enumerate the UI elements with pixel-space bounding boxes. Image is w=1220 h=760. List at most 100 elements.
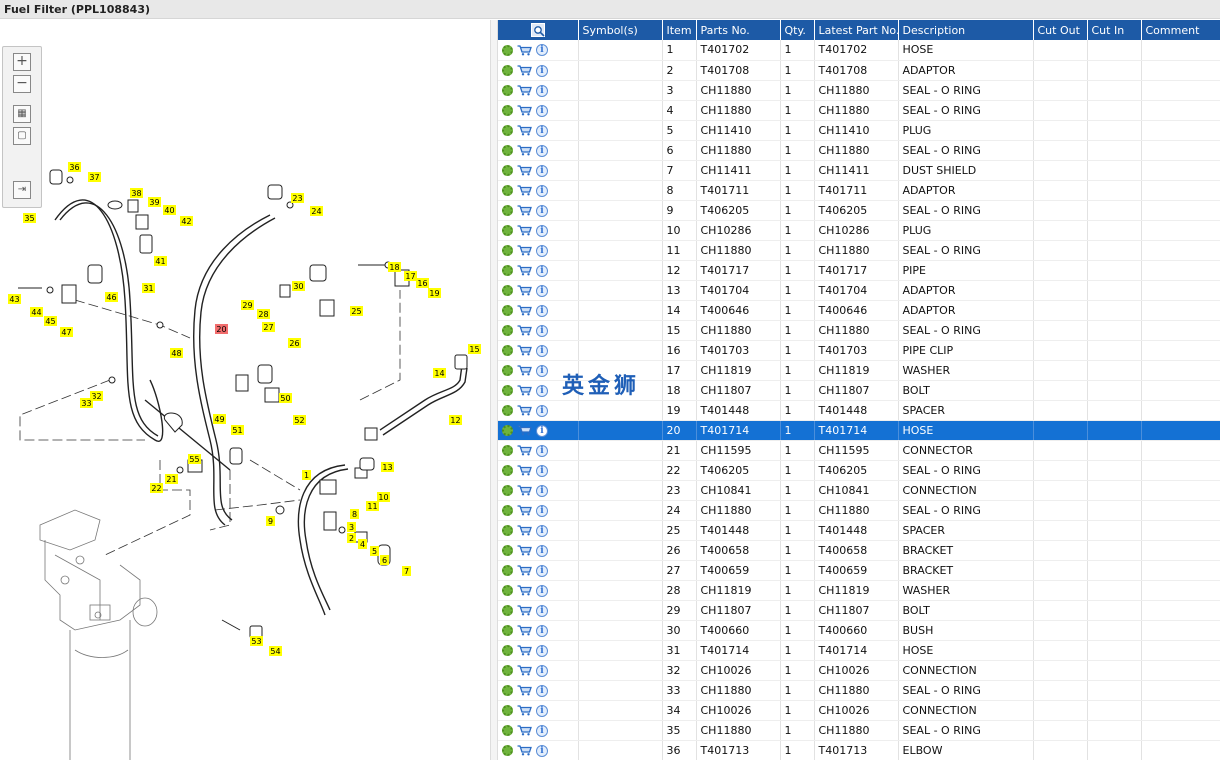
cart-icon[interactable] <box>517 505 532 516</box>
info-icon[interactable]: i <box>536 464 548 477</box>
callout-6[interactable]: 6 <box>380 555 389 565</box>
callout-15[interactable]: 15 <box>468 344 481 354</box>
gear-icon[interactable] <box>502 105 513 116</box>
callout-37[interactable]: 37 <box>88 172 101 182</box>
gear-icon[interactable] <box>502 285 513 296</box>
cart-icon[interactable] <box>517 725 532 736</box>
gear-icon[interactable] <box>502 225 513 236</box>
callout-35[interactable]: 35 <box>23 213 36 223</box>
cart-icon[interactable] <box>517 625 532 636</box>
cart-icon[interactable] <box>517 265 532 276</box>
callout-33[interactable]: 33 <box>80 398 93 408</box>
cart-icon[interactable] <box>517 705 532 716</box>
table-row[interactable]: i 19 T401448 1 T401448 SPACER <box>498 400 1220 421</box>
cart-icon[interactable] <box>517 685 532 696</box>
callout-20[interactable]: 20 <box>215 324 228 334</box>
cart-icon[interactable] <box>517 245 532 256</box>
table-row[interactable]: i 22 T406205 1 T406205 SEAL - O RING <box>498 460 1220 481</box>
cart-icon[interactable] <box>517 165 532 176</box>
cart-icon[interactable] <box>517 485 532 496</box>
callout-26[interactable]: 26 <box>288 338 301 348</box>
gear-icon[interactable] <box>502 445 513 456</box>
cart-icon[interactable] <box>517 365 532 376</box>
callout-54[interactable]: 54 <box>269 646 282 656</box>
table-row[interactable]: i 13 T401704 1 T401704 ADAPTOR <box>498 280 1220 301</box>
info-icon[interactable]: i <box>536 204 548 217</box>
cart-icon[interactable] <box>517 285 532 296</box>
info-icon[interactable]: i <box>536 664 548 677</box>
info-icon[interactable]: i <box>536 724 548 737</box>
gear-icon[interactable] <box>502 325 513 336</box>
info-icon[interactable]: i <box>536 364 548 377</box>
info-icon[interactable]: i <box>536 544 548 557</box>
callout-16[interactable]: 16 <box>416 278 429 288</box>
table-row[interactable]: i 31 T401714 1 T401714 HOSE <box>498 640 1220 661</box>
callout-42[interactable]: 42 <box>180 216 193 226</box>
callout-31[interactable]: 31 <box>142 283 155 293</box>
table-row[interactable]: i 33 CH11880 1 CH11880 SEAL - O RING <box>498 680 1220 701</box>
cart-icon[interactable] <box>517 665 532 676</box>
cart-icon[interactable] <box>517 585 532 596</box>
table-row[interactable]: i 35 CH11880 1 CH11880 SEAL - O RING <box>498 720 1220 741</box>
callout-18[interactable]: 18 <box>388 262 401 272</box>
gear-icon[interactable] <box>502 245 513 256</box>
info-icon[interactable]: i <box>536 424 548 437</box>
table-row[interactable]: i 2 T401708 1 T401708 ADAPTOR <box>498 60 1220 81</box>
callout-14[interactable]: 14 <box>433 368 446 378</box>
table-row[interactable]: i 8 T401711 1 T401711 ADAPTOR <box>498 180 1220 201</box>
callout-50[interactable]: 50 <box>279 393 292 403</box>
table-row[interactable]: i 11 CH11880 1 CH11880 SEAL - O RING <box>498 240 1220 261</box>
callout-23[interactable]: 23 <box>291 193 304 203</box>
callout-47[interactable]: 47 <box>60 327 73 337</box>
info-icon[interactable]: i <box>536 84 548 97</box>
column-header-latest-part-no[interactable]: Latest Part No. <box>814 20 899 40</box>
callout-11[interactable]: 11 <box>366 501 379 511</box>
cart-icon[interactable] <box>517 445 532 456</box>
table-row[interactable]: i 23 CH10841 1 CH10841 CONNECTION <box>498 480 1220 501</box>
table-row[interactable]: i 28 CH11819 1 CH11819 WASHER <box>498 580 1220 601</box>
gear-icon[interactable] <box>502 565 513 576</box>
info-icon[interactable]: i <box>536 144 548 157</box>
callout-44[interactable]: 44 <box>30 307 43 317</box>
callout-39[interactable]: 39 <box>148 197 161 207</box>
callout-51[interactable]: 51 <box>231 425 244 435</box>
info-icon[interactable]: i <box>536 624 548 637</box>
callout-29[interactable]: 29 <box>241 300 254 310</box>
cart-icon[interactable] <box>517 85 532 96</box>
callout-5[interactable]: 5 <box>370 546 379 556</box>
gear-icon[interactable] <box>502 145 513 156</box>
info-icon[interactable]: i <box>536 264 548 277</box>
table-row[interactable]: i 34 CH10026 1 CH10026 CONNECTION <box>498 700 1220 721</box>
info-icon[interactable]: i <box>536 684 548 697</box>
info-icon[interactable]: i <box>536 704 548 717</box>
gear-icon[interactable] <box>502 725 513 736</box>
callout-55[interactable]: 55 <box>188 454 201 464</box>
info-icon[interactable]: i <box>536 224 548 237</box>
callout-43[interactable]: 43 <box>8 294 21 304</box>
cart-icon[interactable] <box>517 145 532 156</box>
cart-icon[interactable] <box>517 125 532 136</box>
gear-icon[interactable] <box>502 705 513 716</box>
info-icon[interactable]: i <box>536 444 548 457</box>
info-icon[interactable]: i <box>536 384 548 397</box>
cart-icon[interactable] <box>517 325 532 336</box>
callout-53[interactable]: 53 <box>250 636 263 646</box>
table-row[interactable]: i 21 CH11595 1 CH11595 CONNECTOR <box>498 440 1220 461</box>
gear-icon[interactable] <box>502 385 513 396</box>
table-row[interactable]: i 27 T400659 1 T400659 BRACKET <box>498 560 1220 581</box>
cart-icon[interactable] <box>517 605 532 616</box>
cart-icon[interactable] <box>517 45 532 56</box>
table-row[interactable]: i 5 CH11410 1 CH11410 PLUG <box>498 120 1220 141</box>
table-row[interactable]: i 4 CH11880 1 CH11880 SEAL - O RING <box>498 100 1220 121</box>
gear-icon[interactable] <box>502 44 513 56</box>
table-row[interactable]: i 32 CH10026 1 CH10026 CONNECTION <box>498 660 1220 681</box>
gear-icon[interactable] <box>502 65 513 76</box>
gear-icon[interactable] <box>502 405 513 416</box>
gear-icon[interactable] <box>502 125 513 136</box>
cart-icon[interactable] <box>517 305 532 316</box>
cart-icon[interactable] <box>517 525 532 536</box>
callout-2[interactable]: 2 <box>347 533 356 543</box>
callout-24[interactable]: 24 <box>310 206 323 216</box>
info-icon[interactable]: i <box>536 64 548 77</box>
table-row[interactable]: i 3 CH11880 1 CH11880 SEAL - O RING <box>498 80 1220 101</box>
